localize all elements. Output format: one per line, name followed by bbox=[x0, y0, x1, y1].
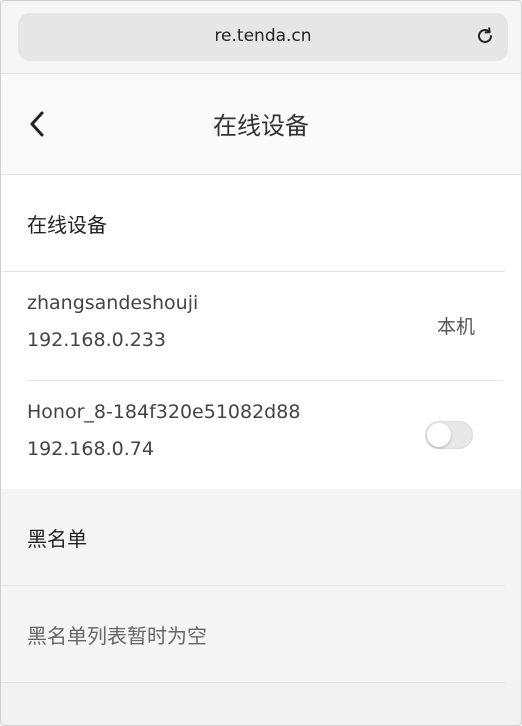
device-name: zhangsandeshouji bbox=[27, 292, 199, 314]
nav-header: 在线设备 bbox=[1, 74, 521, 175]
device-name: Honor_8-184f320e51082d88 bbox=[27, 401, 301, 423]
blacklist-section: 黑名单 黑名单列表暂时为空 bbox=[1, 489, 521, 683]
device-ip: 192.168.0.233 bbox=[27, 329, 167, 351]
blacklist-empty-text: 黑名单列表暂时为空 bbox=[1, 586, 505, 683]
online-devices-section: 在线设备 zhangsandeshouji 192.168.0.233 本机 H… bbox=[1, 175, 521, 489]
device-ip: 192.168.0.74 bbox=[27, 438, 154, 460]
browser-frame: re.tenda.cn 在线设备 在线设备 zhangsandeshouji 1… bbox=[0, 0, 522, 726]
address-bar[interactable]: re.tenda.cn bbox=[18, 13, 508, 61]
device-row: Honor_8-184f320e51082d88 192.168.0.74 bbox=[27, 381, 503, 489]
url-text: re.tenda.cn bbox=[214, 26, 312, 46]
toggle-knob bbox=[427, 423, 451, 447]
section-heading-online: 在线设备 bbox=[1, 175, 505, 272]
block-device-toggle[interactable] bbox=[425, 421, 473, 449]
page-title: 在线设备 bbox=[213, 112, 309, 140]
section-heading-blacklist: 黑名单 bbox=[1, 489, 505, 586]
reload-icon[interactable] bbox=[474, 25, 496, 47]
page-content: 在线设备 在线设备 zhangsandeshouji 192.168.0.233… bbox=[1, 74, 521, 725]
device-row: zhangsandeshouji 192.168.0.233 本机 bbox=[27, 272, 503, 381]
browser-toolbar: re.tenda.cn bbox=[1, 1, 521, 74]
this-device-label: 本机 bbox=[436, 316, 475, 338]
